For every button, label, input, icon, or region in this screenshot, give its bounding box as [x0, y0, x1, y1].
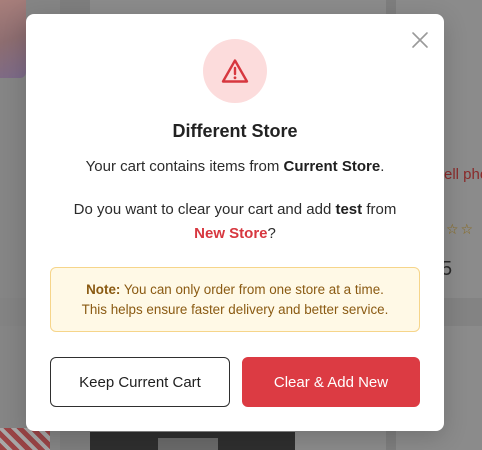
background-product-title: ell pho: [444, 166, 482, 183]
note-text: This helps ensure faster delivery and be…: [81, 302, 389, 317]
warning-triangle-icon: [221, 59, 249, 83]
background-product-image: [90, 432, 295, 450]
new-store-name: New Store: [194, 225, 268, 242]
question-text: ?: [267, 225, 276, 242]
close-button[interactable]: [410, 30, 430, 50]
clear-and-add-new-button[interactable]: Clear & Add New: [242, 357, 420, 407]
cart-store-message: Your cart contains items from Current St…: [26, 158, 444, 175]
different-store-dialog: Different Store Your cart contains items…: [26, 14, 444, 431]
dialog-title: Different Store: [172, 121, 298, 141]
background-rating-stars: ☆☆: [446, 221, 476, 237]
note-box: Note: You can only order from one store …: [50, 267, 420, 332]
background-product-image: [0, 0, 26, 78]
message-text: .: [380, 158, 385, 175]
product-name: test: [335, 201, 363, 218]
question-text: from: [362, 201, 397, 218]
close-icon: [412, 32, 428, 48]
clear-cart-question: Do you want to clear your cart and add t…: [46, 198, 424, 246]
question-text: Do you want to clear your cart and add: [73, 201, 336, 218]
background-product-image: [0, 428, 50, 450]
warning-icon-badge: [203, 39, 267, 103]
current-store-name: Current Store: [283, 158, 381, 175]
note-text: You can only order from one store at a t…: [120, 282, 384, 297]
message-text: Your cart contains items from: [85, 158, 284, 175]
keep-current-cart-button[interactable]: Keep Current Cart: [50, 357, 230, 407]
note-label: Note:: [86, 282, 121, 297]
